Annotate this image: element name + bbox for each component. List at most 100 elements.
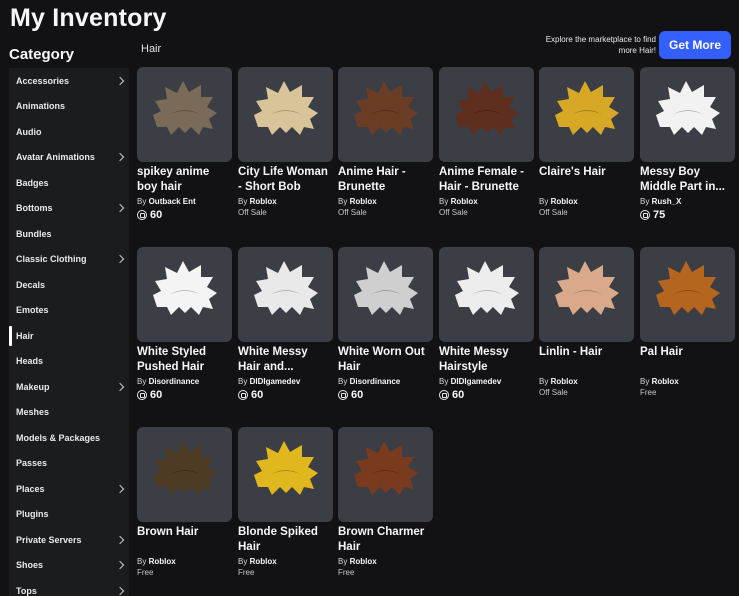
item-name[interactable]: Brown Hair — [137, 525, 232, 555]
item-thumbnail[interactable] — [338, 427, 433, 522]
item-card[interactable]: Anime Female - Hair - Brunette By Roblox O… — [439, 67, 534, 217]
item-card[interactable]: White Worn Out Hair By Disordinance 60 — [338, 247, 433, 401]
item-card[interactable]: Anime Hair - Brunette By Roblox Off Sale — [338, 67, 433, 217]
item-thumbnail[interactable] — [137, 427, 232, 522]
sidebar-item-hair[interactable]: Hair — [9, 323, 129, 349]
item-name[interactable]: Pal Hair — [640, 345, 735, 375]
sidebar-item-animations[interactable]: Animations — [9, 94, 129, 120]
creator-name[interactable]: Roblox — [451, 197, 478, 206]
item-thumbnail[interactable] — [137, 67, 232, 162]
sidebar-item-tops[interactable]: Tops — [9, 578, 129, 596]
item-name[interactable]: Brown Charmer Hair — [338, 525, 433, 555]
sidebar-item-passes[interactable]: Passes — [9, 451, 129, 477]
creator-name[interactable]: Roblox — [551, 197, 578, 206]
creator-name[interactable]: Roblox — [250, 557, 277, 566]
sidebar-item-plugins[interactable]: Plugins — [9, 502, 129, 528]
item-thumbnail[interactable] — [338, 247, 433, 342]
sidebar-item-heads[interactable]: Heads — [9, 349, 129, 375]
sidebar-item-label: Avatar Animations — [16, 152, 95, 163]
sidebar-item-places[interactable]: Places — [9, 476, 129, 502]
item-name[interactable]: Blonde Spiked Hair — [238, 525, 333, 555]
creator-name[interactable]: Roblox — [652, 377, 679, 386]
robux-icon — [137, 210, 147, 220]
price-value: 60 — [150, 389, 163, 401]
by-label: By — [137, 557, 147, 566]
sidebar-item-bottoms[interactable]: Bottoms — [9, 196, 129, 222]
sidebar-item-classic-clothing[interactable]: Classic Clothing — [9, 247, 129, 273]
sidebar-item-avatar-animations[interactable]: Avatar Animations — [9, 145, 129, 171]
creator-name[interactable]: Outback Ent — [149, 197, 196, 206]
item-thumbnail[interactable] — [137, 247, 232, 342]
item-thumbnail[interactable] — [238, 427, 333, 522]
category-sidebar: Accessories Animations Audio Avatar Animati… — [9, 68, 129, 596]
item-name[interactable]: White Messy Hair and... — [238, 345, 333, 375]
item-thumbnail[interactable] — [439, 67, 534, 162]
item-name[interactable]: Anime Female - Hair - Brunette — [439, 165, 534, 195]
sidebar-item-meshes[interactable]: Meshes — [9, 400, 129, 426]
sidebar-item-accessories[interactable]: Accessories — [9, 68, 129, 94]
item-thumbnail[interactable] — [539, 247, 634, 342]
robux-icon — [640, 210, 650, 220]
sidebar-item-label: Audio — [16, 126, 42, 137]
item-creator: By Roblox — [338, 556, 433, 567]
hair-thumbnail-icon — [353, 440, 418, 495]
creator-name[interactable]: Roblox — [250, 197, 277, 206]
sidebar-item-models-packages[interactable]: Models & Packages — [9, 425, 129, 451]
get-more-button[interactable]: Get More — [659, 31, 731, 59]
item-thumbnail[interactable] — [539, 67, 634, 162]
item-name[interactable]: White Worn Out Hair — [338, 345, 433, 375]
item-creator: By Disordinance — [137, 376, 232, 387]
item-name[interactable]: Claire's Hair — [539, 165, 634, 195]
item-card[interactable]: spikey anime boy hair By Outback Ent 60 — [137, 67, 232, 221]
item-card[interactable]: White Messy Hair and... By DIDIgamedev 60 — [238, 247, 333, 401]
sidebar-item-private-servers[interactable]: Private Servers — [9, 527, 129, 553]
item-card[interactable]: White Messy Hairstyle By DIDIgamedev 60 — [439, 247, 534, 401]
creator-name[interactable]: Rush_X — [652, 197, 682, 206]
creator-name[interactable]: Roblox — [149, 557, 176, 566]
sidebar-item-audio[interactable]: Audio — [9, 119, 129, 145]
sidebar-item-makeup[interactable]: Makeup — [9, 374, 129, 400]
item-name[interactable]: Linlin - Hair — [539, 345, 634, 375]
sidebar-item-badges[interactable]: Badges — [9, 170, 129, 196]
creator-name[interactable]: Disordinance — [350, 377, 401, 386]
sidebar-item-emotes[interactable]: Emotes — [9, 298, 129, 324]
item-card[interactable]: Blonde Spiked Hair By Roblox Free — [238, 427, 333, 577]
item-creator: By DIDIgamedev — [439, 376, 534, 387]
item-card[interactable]: Brown Hair By Roblox Free — [137, 427, 232, 577]
item-name[interactable]: Anime Hair - Brunette — [338, 165, 433, 195]
item-creator: By DIDIgamedev — [238, 376, 333, 387]
chevron-right-icon — [115, 484, 125, 493]
item-card[interactable]: Linlin - Hair By Roblox Off Sale — [539, 247, 634, 397]
creator-name[interactable]: Roblox — [551, 377, 578, 386]
item-card[interactable]: Pal Hair By Roblox Free — [640, 247, 735, 397]
creator-name[interactable]: Roblox — [350, 557, 377, 566]
item-thumbnail[interactable] — [640, 67, 735, 162]
sidebar-item-decals[interactable]: Decals — [9, 272, 129, 298]
sidebar-item-bundles[interactable]: Bundles — [9, 221, 129, 247]
item-card[interactable]: Claire's Hair By Roblox Off Sale — [539, 67, 634, 217]
item-thumbnail[interactable] — [338, 67, 433, 162]
creator-name[interactable]: DIDIgamedev — [250, 377, 301, 386]
sidebar-item-shoes[interactable]: Shoes — [9, 553, 129, 579]
item-card[interactable]: Brown Charmer Hair By Roblox Free — [338, 427, 433, 577]
item-thumbnail[interactable] — [439, 247, 534, 342]
sidebar-item-label: Animations — [16, 101, 66, 112]
creator-name[interactable]: DIDIgamedev — [451, 377, 502, 386]
price-value: 60 — [150, 209, 163, 221]
item-name[interactable]: Messy Boy Middle Part in... — [640, 165, 735, 195]
creator-name[interactable]: Roblox — [350, 197, 377, 206]
item-name[interactable]: spikey anime boy hair — [137, 165, 232, 195]
item-name[interactable]: City Life Woman - Short Bob — [238, 165, 333, 195]
item-name[interactable]: White Styled Pushed Hair — [137, 345, 232, 375]
item-card[interactable]: White Styled Pushed Hair By Disordinance 6… — [137, 247, 232, 401]
item-card[interactable]: City Life Woman - Short Bob By Roblox Off … — [238, 67, 333, 217]
hair-thumbnail-icon — [152, 440, 217, 495]
creator-name[interactable]: Disordinance — [149, 377, 200, 386]
item-price: 60 — [137, 209, 232, 221]
item-thumbnail[interactable] — [640, 247, 735, 342]
item-name[interactable]: White Messy Hairstyle — [439, 345, 534, 375]
sidebar-item-label: Places — [16, 483, 45, 494]
item-card[interactable]: Messy Boy Middle Part in... By Rush_X 75 — [640, 67, 735, 221]
item-thumbnail[interactable] — [238, 67, 333, 162]
item-thumbnail[interactable] — [238, 247, 333, 342]
